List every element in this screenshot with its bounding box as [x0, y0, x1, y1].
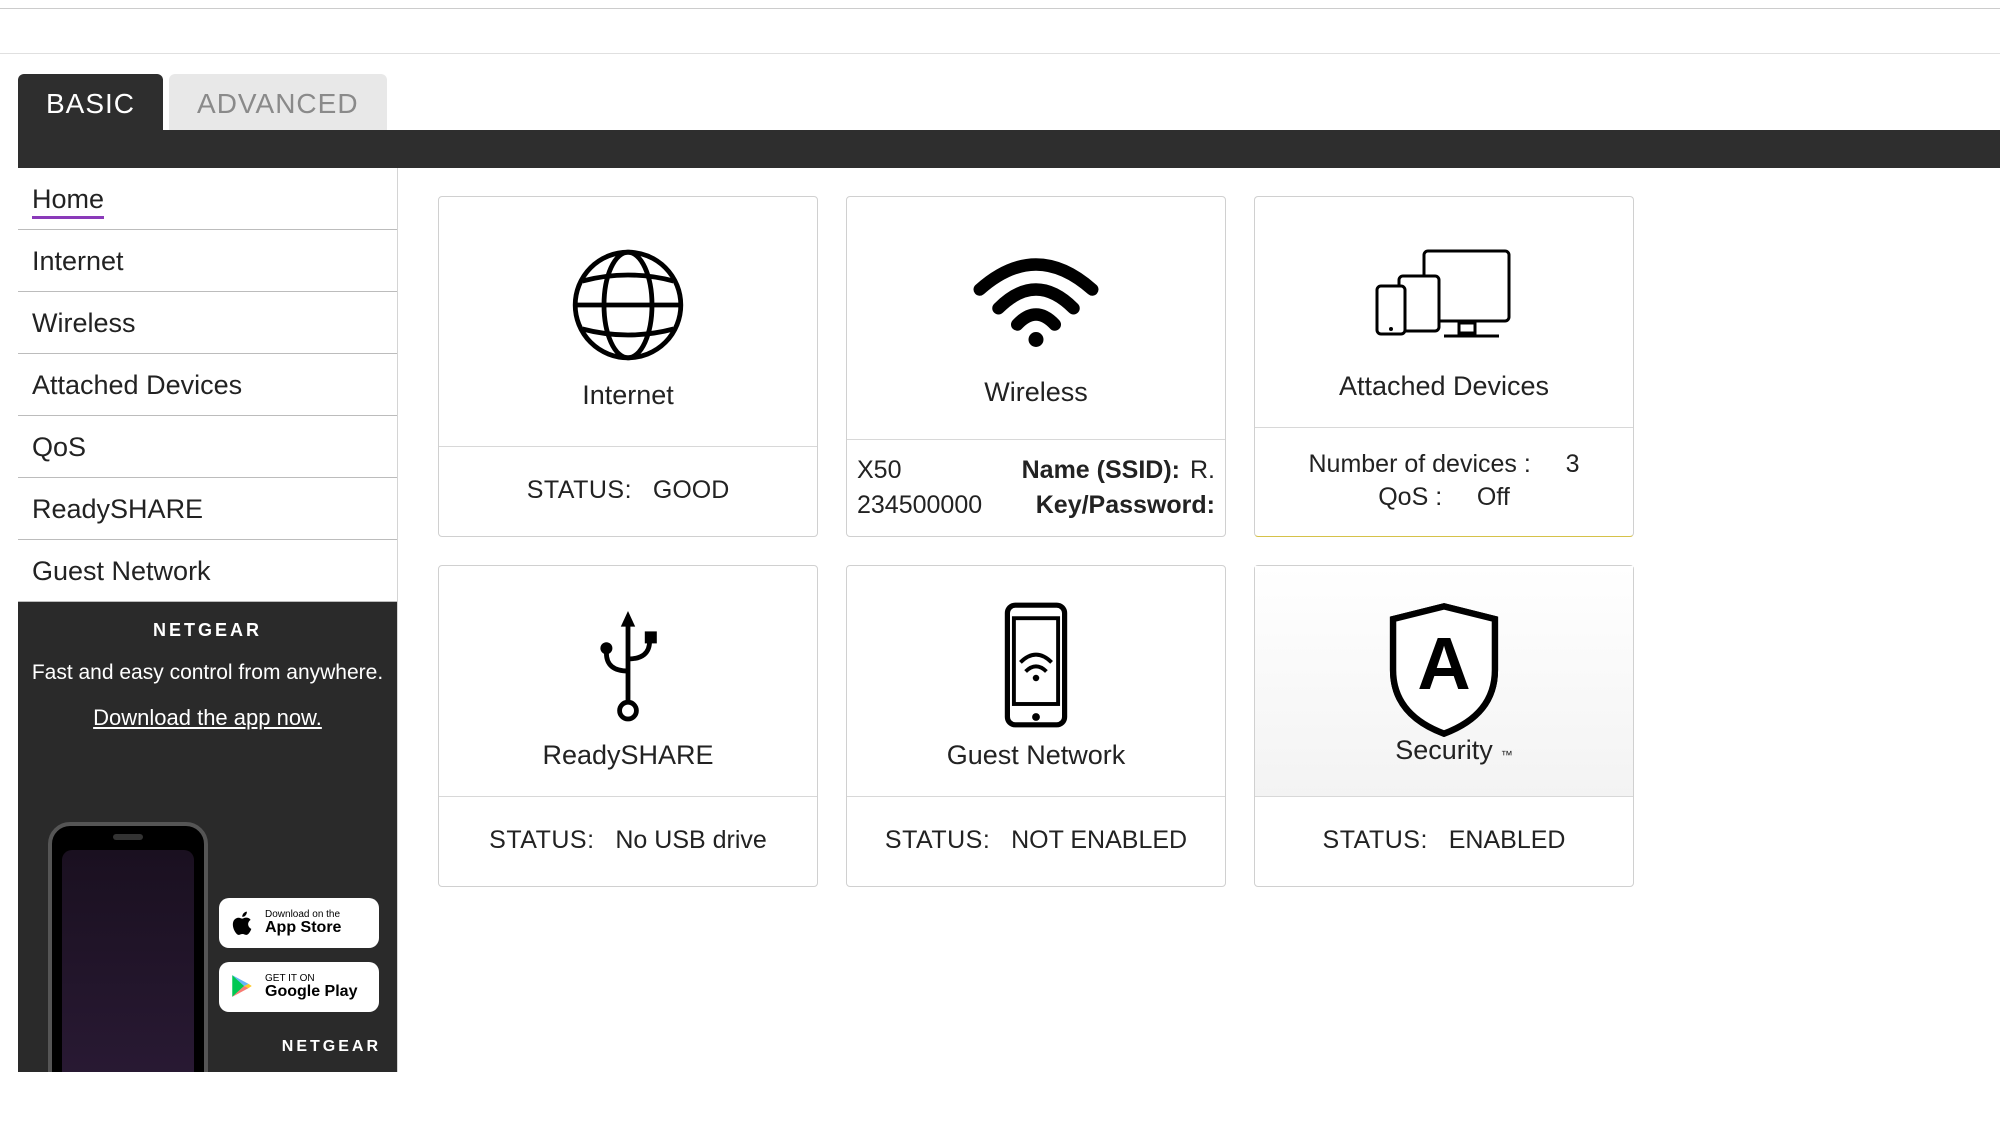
sidebar-item-qos[interactable]: QoS: [18, 416, 397, 478]
svg-text:A: A: [1417, 622, 1470, 705]
status-value: No USB drive: [615, 826, 766, 855]
promo-phone-image: [48, 822, 208, 1072]
sidebar-item-label: Guest Network: [32, 556, 211, 586]
usb-icon: [583, 600, 673, 730]
tabbar-strip: [18, 130, 2000, 168]
card-security[interactable]: A Security ™ STATUS: ENABLED: [1254, 565, 1634, 887]
wireless-key-label: Key/Password:: [1036, 491, 1215, 520]
security-shield-icon: A: [1379, 605, 1509, 735]
sidebar-item-home[interactable]: Home: [18, 168, 397, 230]
guest-phone-icon: [996, 600, 1076, 730]
sidebar-item-attached-devices[interactable]: Attached Devices: [18, 354, 397, 416]
device-count-value: 3: [1566, 450, 1580, 478]
card-title: Wireless: [984, 377, 1088, 408]
card-title: Attached Devices: [1339, 371, 1549, 402]
card-title: ReadySHARE: [542, 740, 713, 771]
globe-icon: [568, 240, 688, 370]
sidebar-item-label: Wireless: [32, 308, 136, 338]
card-title: Guest Network: [947, 740, 1126, 771]
wireless-ssid-label: Name (SSID):: [1022, 456, 1180, 485]
googleplay-icon: [229, 973, 257, 1001]
sidebar-item-internet[interactable]: Internet: [18, 230, 397, 292]
sidebar-item-label: ReadySHARE: [32, 494, 203, 524]
promo-download-link[interactable]: Download the app now.: [30, 705, 385, 731]
wifi-icon: [971, 237, 1101, 367]
status-label: STATUS:: [489, 826, 594, 855]
card-attached-devices[interactable]: Attached Devices Number of devices : 3 Q…: [1254, 196, 1634, 537]
wireless-ssid-value-left: X50: [857, 456, 901, 485]
apple-icon: [229, 909, 257, 937]
status-value: NOT ENABLED: [1011, 826, 1187, 855]
appstore-button[interactable]: Download on theApp Store: [219, 898, 379, 948]
card-title: Security: [1395, 735, 1493, 765]
promo-brand: NETGEAR: [30, 620, 385, 641]
wireless-ssid-value-right: R.: [1190, 456, 1215, 485]
sidebar: Home Internet Wireless Attached Devices …: [18, 168, 398, 1072]
status-label: STATUS:: [1323, 826, 1428, 855]
sidebar-item-guest-network[interactable]: Guest Network: [18, 540, 397, 602]
status-value: ENABLED: [1449, 826, 1566, 855]
sidebar-item-label: Internet: [32, 246, 124, 276]
sidebar-item-label: Attached Devices: [32, 370, 242, 400]
card-readyshare[interactable]: ReadySHARE STATUS: No USB drive: [438, 565, 818, 887]
googleplay-button[interactable]: GET IT ONGoogle Play: [219, 962, 379, 1012]
sidebar-item-label: QoS: [32, 432, 86, 462]
promo-sub: Fast and easy control from anywhere.: [30, 659, 385, 687]
sidebar-item-label: Home: [32, 184, 104, 219]
device-count-label: Number of devices :: [1309, 450, 1531, 478]
promo-panel: NETGEAR Fast and easy control from anywh…: [18, 602, 397, 1072]
sidebar-item-readyshare[interactable]: ReadySHARE: [18, 478, 397, 540]
promo-footer-brand: NETGEAR: [282, 1038, 381, 1056]
wireless-key-value-left: 234500000: [857, 491, 982, 520]
devices-icon: [1369, 231, 1519, 361]
tab-advanced[interactable]: ADVANCED: [169, 74, 387, 130]
status-value: GOOD: [653, 476, 729, 505]
top-tabs: BASIC ADVANCED: [18, 74, 2000, 130]
trademark-icon: ™: [1501, 748, 1513, 762]
card-wireless[interactable]: Wireless X50 Name (SSID): R. 234500000: [846, 196, 1226, 537]
sidebar-item-wireless[interactable]: Wireless: [18, 292, 397, 354]
status-label: STATUS:: [527, 476, 632, 505]
card-guest-network[interactable]: Guest Network STATUS: NOT ENABLED: [846, 565, 1226, 887]
card-internet[interactable]: Internet STATUS: GOOD: [438, 196, 818, 537]
tab-basic[interactable]: BASIC: [18, 74, 163, 130]
main-content: Internet STATUS: GOOD Wireless: [398, 168, 2000, 1072]
status-label: STATUS:: [885, 826, 990, 855]
play-big: Google Play: [265, 984, 357, 1000]
appstore-big: App Store: [265, 920, 341, 936]
card-title: Internet: [582, 380, 674, 411]
qos-label: QoS :: [1378, 483, 1442, 511]
qos-value: Off: [1477, 483, 1510, 511]
